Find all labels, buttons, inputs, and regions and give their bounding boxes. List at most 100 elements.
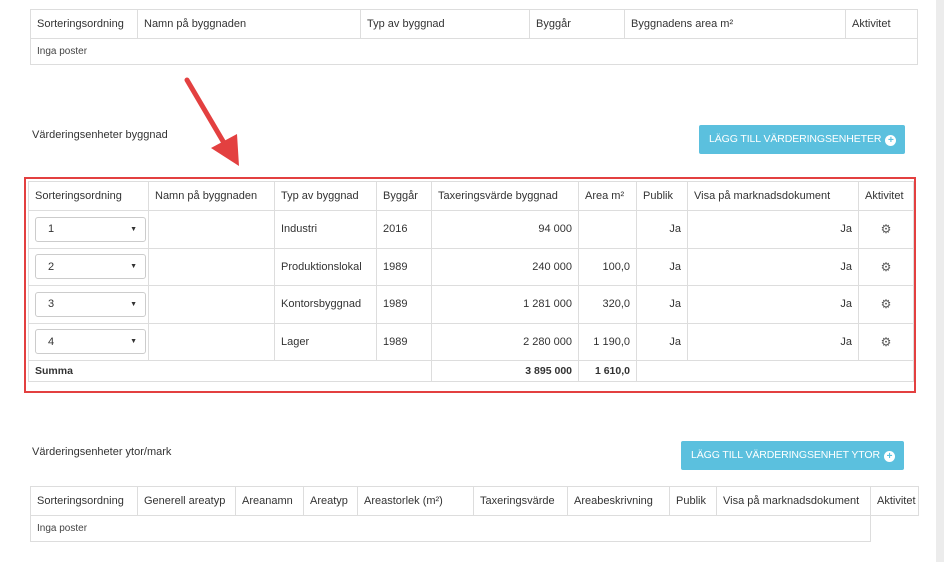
year-cell: 2016 bbox=[376, 210, 432, 249]
activity-cell: ⚙ bbox=[858, 210, 914, 249]
caret-down-icon: ▼ bbox=[130, 225, 137, 233]
caret-down-icon: ▼ bbox=[130, 300, 137, 308]
empty-cell bbox=[870, 515, 919, 542]
public-cell: Ja bbox=[636, 210, 688, 249]
gear-icon[interactable]: ⚙ bbox=[865, 260, 907, 274]
table-row: 4 ▼ Lager 1989 2 280 000 1 190,0 Ja Ja ⚙ bbox=[28, 322, 914, 361]
activity-cell: ⚙ bbox=[858, 285, 914, 324]
sum-empty bbox=[636, 360, 914, 382]
sum-area: 1 610,0 bbox=[578, 360, 637, 382]
column-header[interactable]: Sorteringsordning bbox=[30, 486, 138, 516]
column-header[interactable]: Generell areatyp bbox=[137, 486, 236, 516]
type-cell: Lager bbox=[274, 322, 377, 361]
gear-icon[interactable]: ⚙ bbox=[865, 335, 907, 349]
order-select[interactable]: 4 ▼ bbox=[35, 329, 146, 355]
public-cell: Ja bbox=[636, 247, 688, 286]
show-market-cell: Ja bbox=[687, 285, 859, 324]
column-header[interactable]: Byggår bbox=[376, 181, 432, 211]
land-units-table: Sorteringsordning Generell areatyp Arean… bbox=[30, 486, 919, 542]
section-title-building-units: Värderingsenheter byggnad bbox=[32, 129, 168, 141]
column-header[interactable]: Visa på marknadsdokument bbox=[716, 486, 871, 516]
page: Sorteringsordning Namn på byggnaden Typ … bbox=[0, 0, 936, 562]
column-header[interactable]: Taxeringsvärde byggnad bbox=[431, 181, 579, 211]
show-market-cell: Ja bbox=[687, 210, 859, 249]
annotation-arrow bbox=[184, 77, 239, 166]
order-value: 4 bbox=[48, 335, 55, 348]
caret-down-icon: ▼ bbox=[130, 263, 137, 271]
column-header[interactable]: Publik bbox=[669, 486, 717, 516]
caret-down-icon: ▼ bbox=[130, 338, 137, 346]
valuation-units-table: Sorteringsordning Namn på byggnaden Typ … bbox=[28, 181, 914, 382]
empty-message: Inga poster bbox=[30, 515, 871, 542]
order-select[interactable]: 1 ▼ bbox=[35, 216, 146, 242]
buildings-table: Sorteringsordning Namn på byggnaden Typ … bbox=[30, 9, 918, 65]
column-header[interactable]: Sorteringsordning bbox=[28, 181, 149, 211]
section-title-land-units: Värderingsenheter ytor/mark bbox=[32, 446, 172, 458]
column-header[interactable]: Byggår bbox=[529, 9, 625, 39]
column-header[interactable]: Sorteringsordning bbox=[30, 9, 138, 39]
show-market-cell: Ja bbox=[687, 247, 859, 286]
order-value: 3 bbox=[48, 298, 55, 311]
value-cell: 1 281 000 bbox=[431, 285, 579, 324]
type-cell: Produktionslokal bbox=[274, 247, 377, 286]
type-cell: Industri bbox=[274, 210, 377, 249]
column-header[interactable]: Typ av byggnad bbox=[274, 181, 377, 211]
order-cell: 1 ▼ bbox=[28, 210, 149, 249]
order-select[interactable]: 2 ▼ bbox=[35, 254, 146, 280]
year-cell: 1989 bbox=[376, 322, 432, 361]
column-header: Aktivitet bbox=[858, 181, 914, 211]
show-market-cell: Ja bbox=[687, 322, 859, 361]
year-cell: 1989 bbox=[376, 247, 432, 286]
column-header[interactable]: Byggnadens area m² bbox=[624, 9, 846, 39]
column-header: Aktivitet bbox=[845, 9, 918, 39]
add-land-unit-button[interactable]: LÄGG TILL VÄRDERINGSENHET YTOR + bbox=[681, 441, 904, 470]
column-header[interactable]: Namn på byggnaden bbox=[137, 9, 361, 39]
order-value: 1 bbox=[48, 223, 55, 236]
type-cell: Kontorsbyggnad bbox=[274, 285, 377, 324]
plus-circle-icon: + bbox=[885, 135, 897, 146]
value-cell: 94 000 bbox=[431, 210, 579, 249]
year-cell: 1989 bbox=[376, 285, 432, 324]
gear-icon[interactable]: ⚙ bbox=[865, 297, 907, 311]
name-cell bbox=[148, 247, 275, 286]
sum-label: Summa bbox=[28, 360, 432, 382]
gear-icon[interactable]: ⚙ bbox=[865, 222, 907, 236]
value-cell: 240 000 bbox=[431, 247, 579, 286]
table-header-row: Sorteringsordning Namn på byggnaden Typ … bbox=[28, 181, 914, 211]
column-header[interactable]: Areatyp bbox=[303, 486, 358, 516]
order-cell: 4 ▼ bbox=[28, 322, 149, 361]
column-header[interactable]: Areanamn bbox=[235, 486, 304, 516]
area-cell: 320,0 bbox=[578, 285, 637, 324]
add-land-unit-label: LÄGG TILL VÄRDERINGSENHET YTOR bbox=[691, 449, 880, 461]
activity-cell: ⚙ bbox=[858, 247, 914, 286]
column-header[interactable]: Area m² bbox=[578, 181, 637, 211]
sum-value: 3 895 000 bbox=[431, 360, 579, 382]
order-cell: 3 ▼ bbox=[28, 285, 149, 324]
order-cell: 2 ▼ bbox=[28, 247, 149, 286]
empty-message: Inga poster bbox=[30, 38, 918, 65]
plus-circle-icon: + bbox=[883, 451, 895, 462]
column-header[interactable]: Taxeringsvärde bbox=[473, 486, 568, 516]
name-cell bbox=[148, 285, 275, 324]
column-header[interactable]: Typ av byggnad bbox=[360, 9, 530, 39]
table-header-row: Sorteringsordning Generell areatyp Arean… bbox=[30, 486, 919, 516]
sum-row: Summa 3 895 000 1 610,0 bbox=[28, 360, 914, 382]
public-cell: Ja bbox=[636, 285, 688, 324]
table-row: 1 ▼ Industri 2016 94 000 Ja Ja ⚙ bbox=[28, 210, 914, 249]
order-value: 2 bbox=[48, 260, 55, 273]
column-header[interactable]: Visa på marknadsdokument bbox=[687, 181, 859, 211]
order-select[interactable]: 3 ▼ bbox=[35, 291, 146, 317]
column-header[interactable]: Areastorlek (m²) bbox=[357, 486, 474, 516]
activity-cell: ⚙ bbox=[858, 322, 914, 361]
area-cell: 100,0 bbox=[578, 247, 637, 286]
public-cell: Ja bbox=[636, 322, 688, 361]
add-valuation-units-button[interactable]: LÄGG TILL VÄRDERINGSENHETER + bbox=[699, 125, 906, 154]
area-cell: 1 190,0 bbox=[578, 322, 637, 361]
area-cell bbox=[578, 210, 637, 249]
table-row: 2 ▼ Produktionslokal 1989 240 000 100,0 J… bbox=[28, 247, 914, 286]
column-header[interactable]: Publik bbox=[636, 181, 688, 211]
value-cell: 2 280 000 bbox=[431, 322, 579, 361]
table-header-row: Sorteringsordning Namn på byggnaden Typ … bbox=[30, 9, 918, 39]
column-header[interactable]: Namn på byggnaden bbox=[148, 181, 275, 211]
column-header[interactable]: Areabeskrivning bbox=[567, 486, 670, 516]
